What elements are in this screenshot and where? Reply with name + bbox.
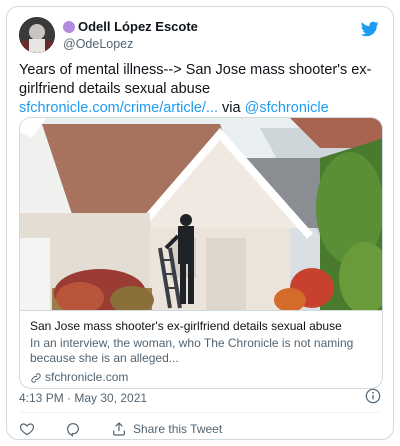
- link-card-title: San Jose mass shooter's ex-girlfriend de…: [30, 319, 342, 333]
- tweet-text: Years of mental illness--> San Jose mass…: [19, 61, 381, 118]
- link-icon: [31, 372, 41, 383]
- tweet-embed: Odell López Escote @OdeLopez Years of me…: [6, 6, 394, 440]
- tweet-header: Odell López Escote @OdeLopez: [19, 17, 381, 61]
- tweet-body: Years of mental illness--> San Jose mass…: [19, 62, 372, 97]
- reply-button[interactable]: [65, 421, 87, 437]
- link-card-domain: sfchronicle.com: [45, 370, 129, 384]
- link-card-domain-row: sfchronicle.com: [30, 370, 374, 385]
- tweet-actions: Share this Tweet: [19, 419, 246, 439]
- tweet-timestamp[interactable]: 4:13 PM · May 30, 2021: [19, 391, 147, 405]
- avatar[interactable]: [19, 17, 55, 53]
- like-button[interactable]: [19, 421, 41, 437]
- divider: [19, 412, 381, 413]
- share-icon: [113, 422, 125, 436]
- info-icon[interactable]: [365, 388, 381, 404]
- twitter-bird-icon[interactable]: [361, 21, 379, 37]
- author-name-row[interactable]: Odell López Escote: [63, 19, 198, 34]
- heart-icon: [19, 423, 35, 436]
- author-name[interactable]: Odell López Escote: [78, 19, 198, 34]
- link-card-info: San Jose mass shooter's ex-girlfriend de…: [20, 310, 382, 388]
- link-card-description: In an interview, the woman, who The Chro…: [30, 336, 354, 365]
- article-photo[interactable]: [20, 118, 383, 310]
- author-handle[interactable]: @OdeLopez: [63, 37, 133, 51]
- via-text: via: [218, 100, 245, 116]
- name-badge: [63, 20, 75, 33]
- link-preview-card[interactable]: San Jose mass shooter's ex-girlfriend de…: [19, 117, 383, 389]
- article-link[interactable]: sfchronicle.com/crime/article/...: [19, 100, 218, 116]
- reply-icon: [67, 423, 79, 437]
- share-button[interactable]: Share this Tweet: [111, 421, 222, 437]
- share-label: Share this Tweet: [133, 422, 223, 436]
- mention-link[interactable]: @sfchronicle: [245, 100, 329, 116]
